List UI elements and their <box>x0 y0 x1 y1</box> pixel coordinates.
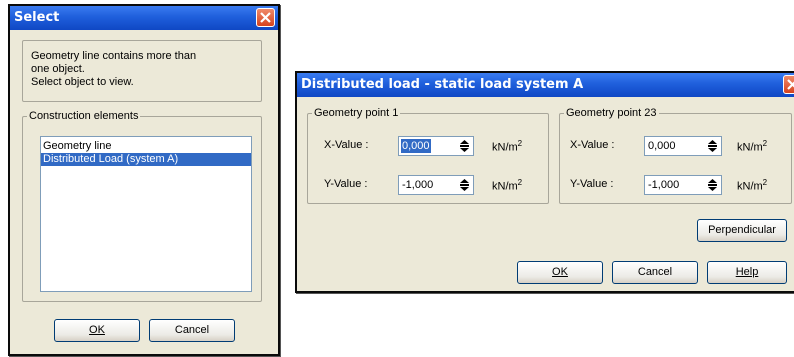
cancel-button-label: Cancel <box>174 324 210 336</box>
ok-button[interactable]: OK <box>517 261 603 284</box>
x-value-input[interactable]: 0,000 <box>647 139 677 153</box>
y-unit-label: kN/m2 <box>492 178 523 193</box>
help-button-label: Help <box>735 266 759 278</box>
select-dialog-title: Select <box>14 10 60 25</box>
x-value-spinner[interactable]: 0,000 <box>644 136 722 156</box>
construction-elements-label: Construction elements <box>29 110 139 122</box>
y-value-input[interactable]: -1,000 <box>401 178 434 192</box>
spinner-arrows-icon[interactable] <box>457 177 472 193</box>
perpendicular-button[interactable]: Perpendicular <box>697 219 787 242</box>
spinner-arrows-icon[interactable] <box>457 138 472 154</box>
y-value-label: Y-Value : <box>324 178 368 190</box>
select-dialog-titlebar[interactable]: Select <box>10 6 278 30</box>
close-icon <box>787 79 794 90</box>
y-value-spinner[interactable]: -1,000 <box>644 175 722 195</box>
help-button[interactable]: Help <box>707 261 787 284</box>
y-value-input[interactable]: -1,000 <box>647 178 680 192</box>
x-unit-label: kN/m2 <box>492 139 523 154</box>
x-value-label: X-Value : <box>570 139 615 151</box>
close-button[interactable] <box>783 75 794 94</box>
list-item-distributed-load[interactable]: Distributed Load (system A) <box>41 153 251 166</box>
ok-button-label: OK <box>89 324 105 336</box>
x-value-label: X-Value : <box>324 139 369 151</box>
distributed-load-dialog: Distributed load - static load system A … <box>295 71 794 293</box>
cancel-button[interactable]: Cancel <box>612 261 698 284</box>
load-dialog-titlebar[interactable]: Distributed load - static load system A <box>297 73 794 97</box>
list-item-label: Geometry line <box>43 140 112 152</box>
perpendicular-button-label: Perpendicular <box>708 224 776 236</box>
construction-elements-list[interactable]: Geometry line Distributed Load (system A… <box>40 136 252 292</box>
geometry-point-1-legend: Geometry point 1 <box>314 107 399 119</box>
message-line: Geometry line contains more than <box>31 50 197 62</box>
x-unit-label: kN/m2 <box>737 139 768 154</box>
x-value-input[interactable]: 0,000 <box>401 139 431 153</box>
y-value-spinner[interactable]: -1,000 <box>398 175 474 195</box>
y-value-label: Y-Value : <box>570 178 614 190</box>
cancel-button-label: Cancel <box>637 266 673 278</box>
close-icon <box>260 12 271 23</box>
ok-button-label: OK <box>552 266 568 278</box>
list-item-label: Distributed Load (system A) <box>43 153 179 165</box>
x-value-spinner[interactable]: 0,000 <box>398 136 474 156</box>
message-line: Select object to view. <box>31 76 134 88</box>
message-frame: Geometry line contains more than one obj… <box>22 40 262 102</box>
load-dialog-title: Distributed load - static load system A <box>301 77 584 92</box>
ok-button[interactable]: OK <box>54 319 140 342</box>
select-dialog: Select Geometry line contains more than … <box>8 4 280 356</box>
list-item-geometry-line[interactable]: Geometry line <box>41 140 251 153</box>
close-button[interactable] <box>256 8 275 27</box>
geometry-point-23-legend: Geometry point 23 <box>566 107 657 119</box>
cancel-button[interactable]: Cancel <box>149 319 235 342</box>
message-line: one object. <box>31 63 85 75</box>
spinner-arrows-icon[interactable] <box>705 138 720 154</box>
spinner-arrows-icon[interactable] <box>705 177 720 193</box>
y-unit-label: kN/m2 <box>737 178 768 193</box>
